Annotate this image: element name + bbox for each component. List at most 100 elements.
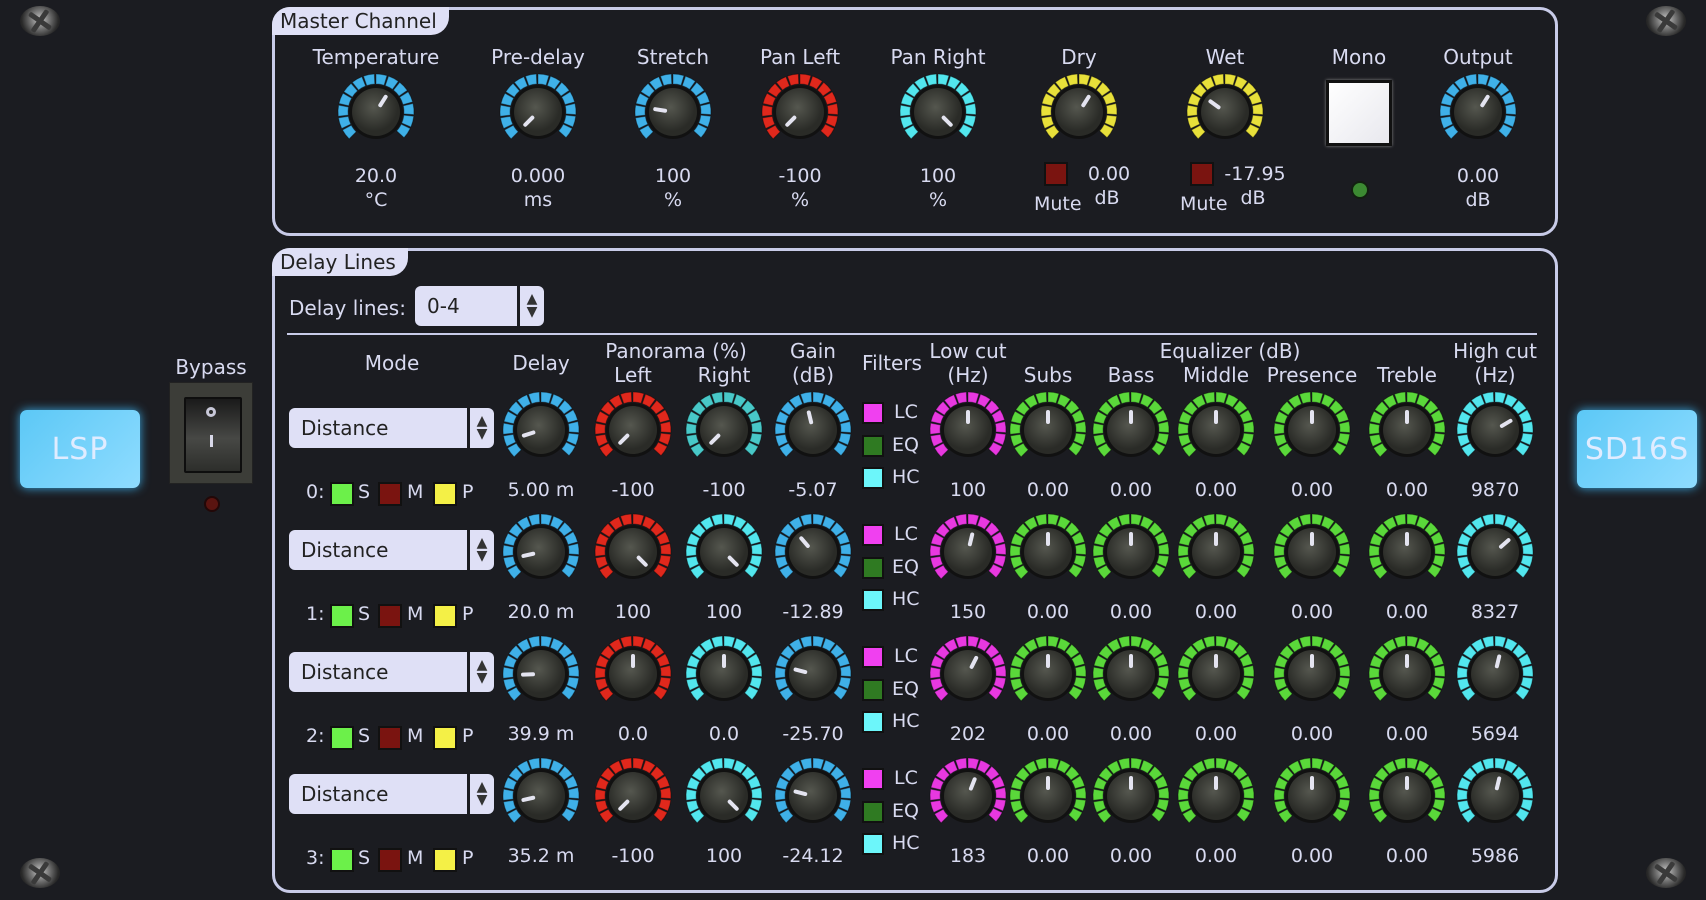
delay-lines-selector[interactable]: 0-4 ▲ ▼ [415,286,544,326]
row-3-lc-button[interactable] [862,768,884,790]
row-2-middle-knob[interactable] [1174,632,1258,716]
spin-arrows-icon[interactable]: ▲ ▼ [470,774,494,814]
header-separator [287,333,1537,335]
row-0-subs-knob[interactable] [1006,388,1090,472]
row-1-presence-knob[interactable] [1270,510,1354,594]
row-1-solo-button[interactable] [330,604,354,628]
row-2-hc-button[interactable] [862,711,884,733]
row-3-treble-knob[interactable] [1365,754,1449,838]
spin-arrows-icon[interactable]: ▲ ▼ [470,652,494,692]
row-0-gain-knob[interactable] [771,388,855,472]
row-2-subs-knob[interactable] [1006,632,1090,716]
row-0-bass-knob[interactable] [1089,388,1173,472]
pan-left-knob[interactable] [758,70,842,154]
row-0-middle-knob[interactable] [1174,388,1258,472]
row-2-highcut-knob[interactable] [1453,632,1537,716]
mono-button[interactable] [1326,80,1392,146]
row-2-mode-select[interactable]: Distance ▲ ▼ [289,652,494,692]
row-1-eq-button[interactable] [862,557,884,579]
row-1-mode-select[interactable]: Distance ▲ ▼ [289,530,494,570]
row-0-hc-button[interactable] [862,467,884,489]
row-3-solo-button[interactable] [330,848,354,872]
row-1-treble-knob[interactable] [1365,510,1449,594]
plugin-logo[interactable]: SD16S [1577,410,1697,488]
spin-arrows-icon[interactable]: ▲ ▼ [470,530,494,570]
row-2-left-knob[interactable] [591,632,675,716]
row-0-mode-select[interactable]: Distance ▲ ▼ [289,408,494,448]
row-2-eq-button[interactable] [862,679,884,701]
row-3-gain-knob[interactable] [771,754,855,838]
row-3-bass-knob[interactable] [1089,754,1173,838]
row-3-mode-select[interactable]: Distance ▲ ▼ [289,774,494,814]
bypass-rocker[interactable] [184,397,242,473]
header-delay: Delay [512,351,570,375]
row-1-hc-button[interactable] [862,589,884,611]
row-2-bass-knob[interactable] [1089,632,1173,716]
row-2-gain-knob[interactable] [771,632,855,716]
row-2-mute-button[interactable] [378,726,402,750]
row-3-delay-knob[interactable] [499,754,583,838]
dry-knob[interactable] [1037,70,1121,154]
row-3-right-knob[interactable] [682,754,766,838]
row-1-subs-knob[interactable] [1006,510,1090,594]
row-3-lowcut-knob[interactable] [926,754,1010,838]
row-0-presence-value: 0.00 [1290,479,1334,501]
row-0-right-knob[interactable] [682,388,766,472]
row-3-hc-button[interactable] [862,833,884,855]
row-1-highcut-knob[interactable] [1453,510,1537,594]
pan-right-knob[interactable] [896,70,980,154]
row-0-lc-button[interactable] [862,402,884,424]
row-0-presence-knob[interactable] [1270,388,1354,472]
row-1-bass-knob[interactable] [1089,510,1173,594]
output-knob[interactable] [1436,70,1520,154]
row-0-mute-button[interactable] [378,482,402,506]
row-0-solo-button[interactable] [330,482,354,506]
output-unit: dB [1465,189,1491,211]
row-2-lowcut-knob[interactable] [926,632,1010,716]
row-1-right-knob[interactable] [682,510,766,594]
row-0-gain-value: -5.07 [788,479,838,501]
delay-lines-selector-label: Delay lines: [289,296,406,320]
lsp-logo[interactable]: LSP [20,410,140,488]
row-1-mute-button[interactable] [378,604,402,628]
dry-mute-button[interactable] [1044,162,1068,186]
row-2-lc-button[interactable] [862,646,884,668]
stretch-knob[interactable] [631,70,715,154]
row-3-subs-knob[interactable] [1006,754,1090,838]
row-2-phase-button[interactable] [433,726,457,750]
row-3-eq-button[interactable] [862,801,884,823]
row-3-highcut-knob[interactable] [1453,754,1537,838]
wet-knob[interactable] [1183,70,1267,154]
row-1-lowcut-knob[interactable] [926,510,1010,594]
row-1-phase-button[interactable] [433,604,457,628]
row-2-solo-button[interactable] [330,726,354,750]
spin-arrows-icon[interactable]: ▲ ▼ [520,286,544,326]
row-3-presence-knob[interactable] [1270,754,1354,838]
row-2-right-knob[interactable] [682,632,766,716]
row-1-left-knob[interactable] [591,510,675,594]
row-0-delay-knob[interactable] [499,388,583,472]
row-0-phase-button[interactable] [433,482,457,506]
row-0-highcut-knob[interactable] [1453,388,1537,472]
row-0-lowcut-knob[interactable] [926,388,1010,472]
row-0-left-knob[interactable] [591,388,675,472]
wet-mute-button[interactable] [1190,162,1214,186]
row-3-phase-button[interactable] [433,848,457,872]
bypass-switch[interactable] [169,382,253,484]
row-1-middle-knob[interactable] [1174,510,1258,594]
row-3-mute-button[interactable] [378,848,402,872]
row-3-index: 3: [306,847,325,869]
row-2-delay-knob[interactable] [499,632,583,716]
row-0-eq-button[interactable] [862,435,884,457]
row-2-treble-knob[interactable] [1365,632,1449,716]
temperature-knob[interactable] [334,70,418,154]
row-3-left-knob[interactable] [591,754,675,838]
spin-arrows-icon[interactable]: ▲ ▼ [470,408,494,448]
row-0-treble-knob[interactable] [1365,388,1449,472]
row-1-delay-knob[interactable] [499,510,583,594]
row-1-gain-knob[interactable] [771,510,855,594]
row-3-middle-knob[interactable] [1174,754,1258,838]
pre-delay-knob[interactable] [496,70,580,154]
row-1-lc-button[interactable] [862,524,884,546]
row-2-presence-knob[interactable] [1270,632,1354,716]
